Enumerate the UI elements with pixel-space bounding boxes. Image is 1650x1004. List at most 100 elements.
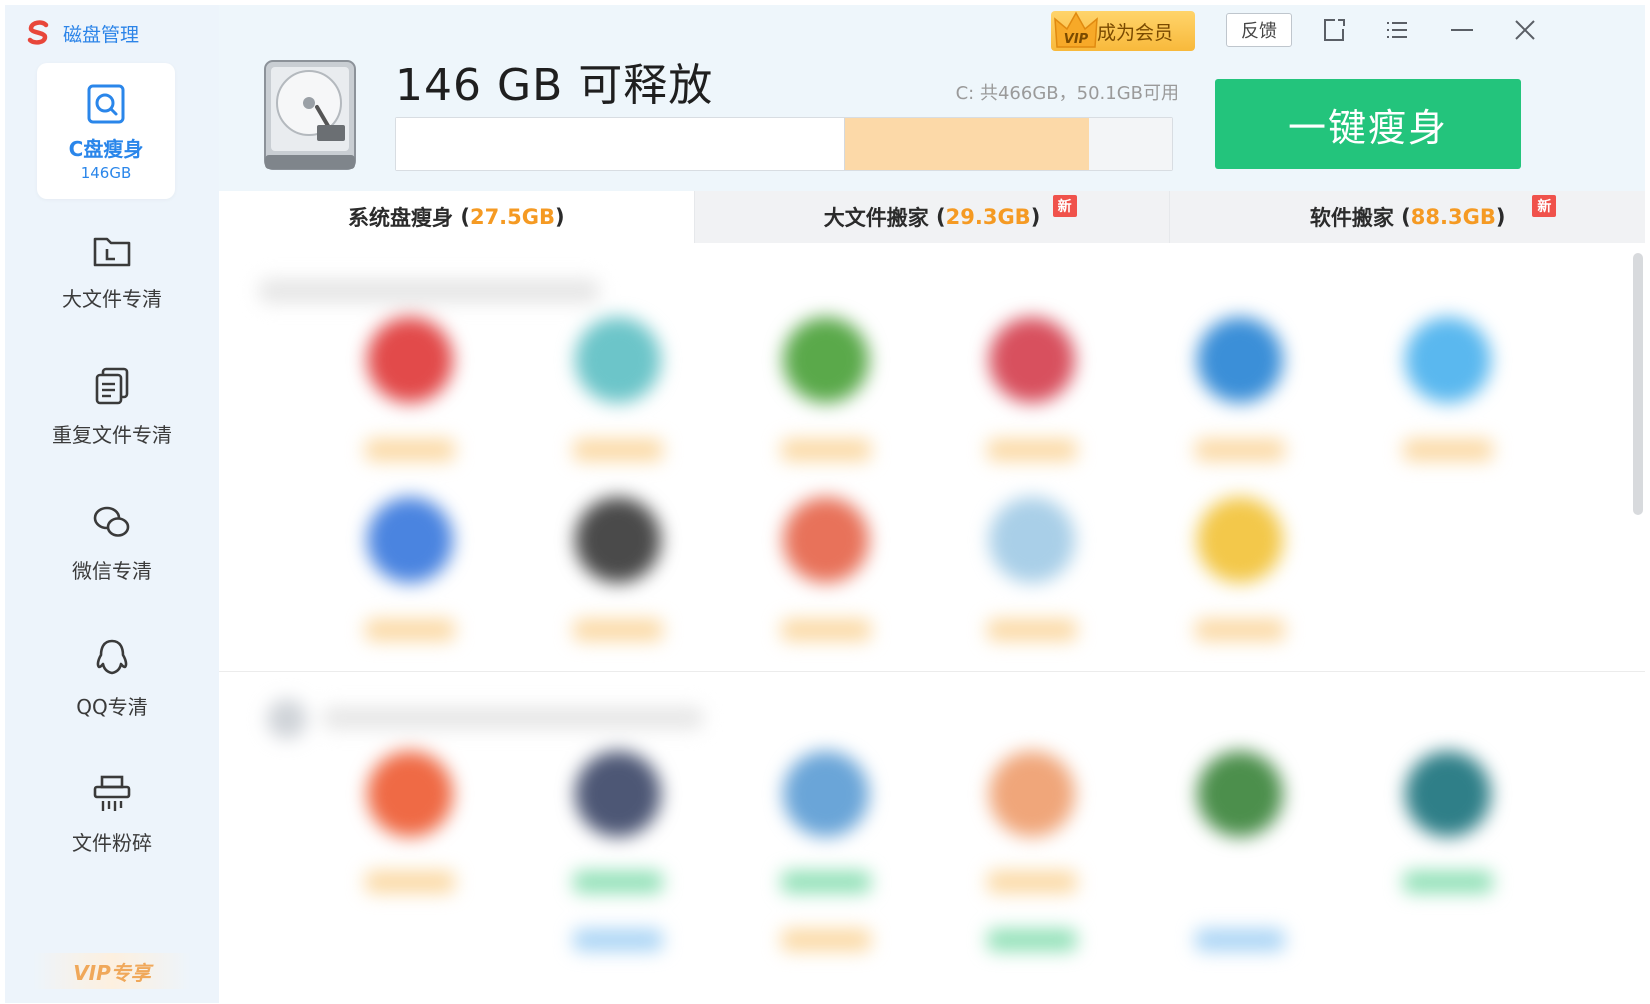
releasable-size-title: 146 GB 可释放	[395, 60, 714, 111]
app-label-placeholder	[987, 871, 1077, 893]
feedback-button[interactable]: 反馈	[1226, 13, 1292, 47]
blurred-app-grid	[219, 243, 1645, 1003]
header: 146 GB 可释放 C: 共466GB，50.1GB可用 一键瘦身 VIP 成…	[219, 5, 1645, 191]
app-icon-placeholder	[989, 751, 1075, 837]
usage-used-segment	[396, 118, 846, 170]
app-icon-placeholder	[575, 497, 661, 583]
duplicate-files-icon	[95, 367, 129, 404]
sogou-logo-icon	[27, 20, 49, 45]
app-icon-placeholder	[575, 317, 661, 403]
usage-releasable-segment	[845, 118, 1089, 170]
app-label-placeholder	[365, 619, 455, 641]
content-area	[219, 243, 1645, 1003]
app-label-placeholder	[573, 619, 663, 641]
one-click-slim-button[interactable]: 一键瘦身	[1215, 79, 1521, 169]
hard-disk-icon	[264, 60, 356, 170]
app-label-placeholder	[573, 439, 663, 461]
app-icon-placeholder	[367, 497, 453, 583]
folder-large-icon	[93, 237, 131, 266]
content-scrollbar[interactable]	[1633, 253, 1643, 515]
sidebar-item-size: 146GB	[80, 163, 132, 182]
shredder-icon	[93, 775, 131, 811]
app-label-placeholder	[781, 871, 871, 893]
sidebar-item-wechat[interactable]: 微信专清	[5, 475, 219, 607]
disk-manager-window: 磁盘管理 C盘瘦身 146GB 大文件专清 重复文件专清 微信专清 QQ专清 文…	[5, 5, 1645, 1003]
become-member-label: 成为会员	[1097, 21, 1174, 44]
section-icon-placeholder	[267, 699, 307, 739]
share-icon	[1324, 19, 1345, 41]
app-label-placeholder	[1195, 439, 1285, 461]
sidebar-item-shredder[interactable]: 文件粉碎	[5, 747, 219, 879]
tab-software-move[interactable]: 软件搬家 (88.3GB) 新	[1169, 191, 1645, 243]
app-icon-placeholder	[1405, 317, 1491, 403]
app-label-placeholder	[987, 929, 1077, 951]
app-icon-placeholder	[575, 751, 661, 837]
sidebar-item-label: 重复文件专清	[52, 422, 172, 447]
sidebar-item-duplicate-files[interactable]: 重复文件专清	[5, 339, 219, 471]
menu-button[interactable]	[1382, 15, 1412, 45]
sidebar-item-label: 文件粉碎	[72, 830, 152, 855]
section-divider	[219, 671, 1645, 672]
app-label-placeholder	[1403, 439, 1493, 461]
tab-label: 系统盘瘦身	[348, 206, 454, 230]
sidebar-item-c-drive-slim[interactable]: C盘瘦身 146GB	[37, 63, 175, 199]
category-tabs: 系统盘瘦身 (27.5GB) 大文件搬家 (29.3GB) 新 软件搬家 (88…	[219, 191, 1645, 243]
new-badge: 新	[1532, 195, 1557, 217]
vip-crown-icon: VIP	[1054, 11, 1098, 48]
qq-icon	[96, 639, 128, 674]
app-label-placeholder	[1195, 929, 1285, 951]
app-icon-placeholder	[783, 497, 869, 583]
vip-exclusive-link[interactable]: VIP专享	[33, 953, 191, 989]
minimize-icon	[1451, 29, 1473, 31]
new-badge: 新	[1052, 195, 1077, 217]
app-label-placeholder	[781, 439, 871, 461]
tab-label: 软件搬家	[1309, 206, 1394, 230]
tab-size: 27.5GB	[469, 205, 556, 229]
usage-available-segment	[1088, 118, 1172, 170]
close-button[interactable]	[1510, 15, 1540, 45]
sidebar-item-qq[interactable]: QQ专清	[5, 611, 219, 743]
app-icon-placeholder	[1197, 497, 1283, 583]
menu-icon	[1387, 22, 1407, 38]
vip-crown-text: VIP	[1064, 32, 1089, 47]
minimize-button[interactable]	[1447, 15, 1477, 45]
app-label-placeholder	[987, 439, 1077, 461]
share-button[interactable]	[1319, 15, 1349, 45]
app-label-placeholder	[781, 929, 871, 951]
app-icon-placeholder	[989, 497, 1075, 583]
sidebar-item-label: QQ专清	[76, 694, 148, 719]
section-header-placeholder	[259, 279, 599, 303]
app-label-placeholder	[573, 929, 663, 951]
app-icon-placeholder	[367, 751, 453, 837]
sidebar-item-label: 大文件专清	[62, 286, 162, 311]
app-icon-placeholder	[1405, 751, 1491, 837]
app-label-placeholder	[573, 871, 663, 893]
close-icon	[1515, 20, 1535, 40]
sidebar-item-large-files[interactable]: 大文件专清	[5, 203, 219, 335]
app-label-placeholder	[365, 871, 455, 893]
app-label-placeholder	[365, 439, 455, 461]
disk-search-icon	[87, 84, 125, 123]
tab-size: 29.3GB	[945, 205, 1031, 229]
app-label-placeholder	[781, 619, 871, 641]
app-label-placeholder	[1403, 871, 1493, 893]
become-member-button[interactable]: VIP 成为会员	[1051, 11, 1195, 51]
tab-system-disk-slim[interactable]: 系统盘瘦身 (27.5GB)	[219, 191, 694, 243]
app-label-placeholder	[987, 619, 1077, 641]
tab-large-file-move[interactable]: 大文件搬家 (29.3GB) 新	[693, 191, 1170, 243]
sidebar: 磁盘管理 C盘瘦身 146GB 大文件专清 重复文件专清 微信专清 QQ专清 文…	[5, 5, 219, 1003]
app-title-text: 磁盘管理	[63, 23, 140, 46]
app-icon-placeholder	[1197, 317, 1283, 403]
app-title: 磁盘管理	[25, 17, 139, 49]
disk-usage-bar	[395, 117, 1173, 171]
app-icon-placeholder	[783, 751, 869, 837]
app-label-placeholder	[1195, 619, 1285, 641]
app-icon-placeholder	[367, 317, 453, 403]
app-icon-placeholder	[783, 317, 869, 403]
tab-size: 88.3GB	[1410, 205, 1496, 229]
disk-info: C: 共466GB，50.1GB可用	[955, 83, 1179, 104]
wechat-icon	[93, 506, 130, 537]
sidebar-item-label: C盘瘦身	[68, 136, 144, 161]
app-icon-placeholder	[989, 317, 1075, 403]
sidebar-item-label: 微信专清	[72, 558, 152, 583]
